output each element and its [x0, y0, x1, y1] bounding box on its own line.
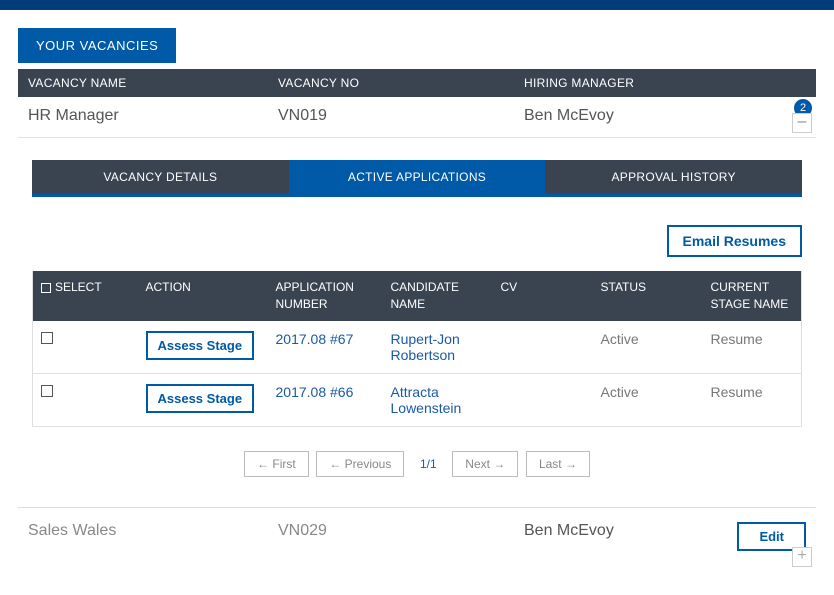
email-resumes-button[interactable]: Email Resumes: [667, 225, 803, 257]
assess-stage-button[interactable]: Assess Stage: [146, 384, 255, 413]
row-checkbox[interactable]: [41, 332, 53, 344]
status-text: Active: [601, 331, 639, 347]
col-app-no: APPLICATION NUMBER: [268, 271, 383, 321]
vacancy-row[interactable]: Sales Wales VN029 Ben McEvoy Edit +: [18, 507, 816, 571]
col-vacancy-no: VACANCY NO: [268, 69, 514, 97]
vacancies-table: VACANCY NAME VACANCY NO HIRING MANAGER H…: [18, 69, 816, 138]
vacancy-panel: VACANCY DETAILS ACTIVE APPLICATIONS APPR…: [18, 138, 816, 507]
cv-cell: [493, 321, 593, 374]
tabs: VACANCY DETAILS ACTIVE APPLICATIONS APPR…: [32, 160, 802, 197]
collapse-toggle[interactable]: –: [792, 113, 812, 133]
tab-approval-history[interactable]: APPROVAL HISTORY: [545, 160, 802, 194]
section-title: YOUR VACANCIES: [18, 28, 176, 63]
vacancy-no-cell: VN019: [268, 97, 514, 138]
pager: ← First ← Previous 1/1 Next → Last →: [32, 451, 802, 477]
stage-text: Resume: [711, 331, 763, 347]
col-vacancy-name: VACANCY NAME: [18, 69, 268, 97]
top-accent-bar: [0, 0, 834, 10]
vacancy-name-cell: HR Manager: [18, 97, 268, 138]
tab-vacancy-details[interactable]: VACANCY DETAILS: [32, 160, 289, 194]
stage-text: Resume: [711, 384, 763, 400]
assess-stage-button[interactable]: Assess Stage: [146, 331, 255, 360]
row-checkbox[interactable]: [41, 385, 53, 397]
col-select-label: SELECT: [55, 280, 102, 294]
tab-active-applications[interactable]: ACTIVE APPLICATIONS: [289, 160, 546, 194]
vacancy-row[interactable]: HR Manager VN019 Ben McEvoy 2 –: [18, 97, 816, 138]
cv-cell: [493, 373, 593, 426]
col-action: ACTION: [138, 271, 268, 321]
vacancy-no-cell: VN029: [278, 522, 524, 551]
table-row: Assess Stage 2017.08 #66 Attracta Lowens…: [33, 373, 802, 426]
pager-next-button[interactable]: Next →: [452, 451, 518, 477]
hiring-manager-text: Ben McEvoy: [524, 107, 614, 124]
expand-toggle[interactable]: +: [792, 547, 812, 567]
hiring-manager-cell: Ben McEvoy: [524, 522, 737, 551]
application-number-link[interactable]: 2017.08 #66: [276, 384, 354, 400]
application-number-link[interactable]: 2017.08 #67: [276, 331, 354, 347]
pager-prev-button[interactable]: ← Previous: [316, 451, 404, 477]
status-text: Active: [601, 384, 639, 400]
col-cv: CV: [493, 271, 593, 321]
hiring-manager-cell: Ben McEvoy 2 –: [514, 97, 816, 138]
col-stage: CURRENT STAGE NAME: [703, 271, 802, 321]
col-status: STATUS: [593, 271, 703, 321]
candidate-name-link[interactable]: Attracta Lowenstein: [391, 384, 462, 416]
candidate-name-link[interactable]: Rupert-Jon Robertson: [391, 331, 460, 363]
table-row: Assess Stage 2017.08 #67 Rupert-Jon Robe…: [33, 321, 802, 374]
col-select: SELECT: [33, 271, 138, 321]
col-hiring-manager: HIRING MANAGER: [514, 69, 816, 97]
pager-info: 1/1: [420, 457, 437, 471]
applications-table: SELECT ACTION APPLICATION NUMBER CANDIDA…: [32, 271, 802, 427]
panel-actions: Email Resumes: [32, 225, 802, 257]
pager-first-button[interactable]: ← First: [244, 451, 309, 477]
col-candidate: CANDIDATE NAME: [383, 271, 493, 321]
pager-last-button[interactable]: Last →: [526, 451, 590, 477]
vacancy-name-cell: Sales Wales: [28, 522, 278, 551]
select-all-checkbox[interactable]: [41, 283, 51, 293]
